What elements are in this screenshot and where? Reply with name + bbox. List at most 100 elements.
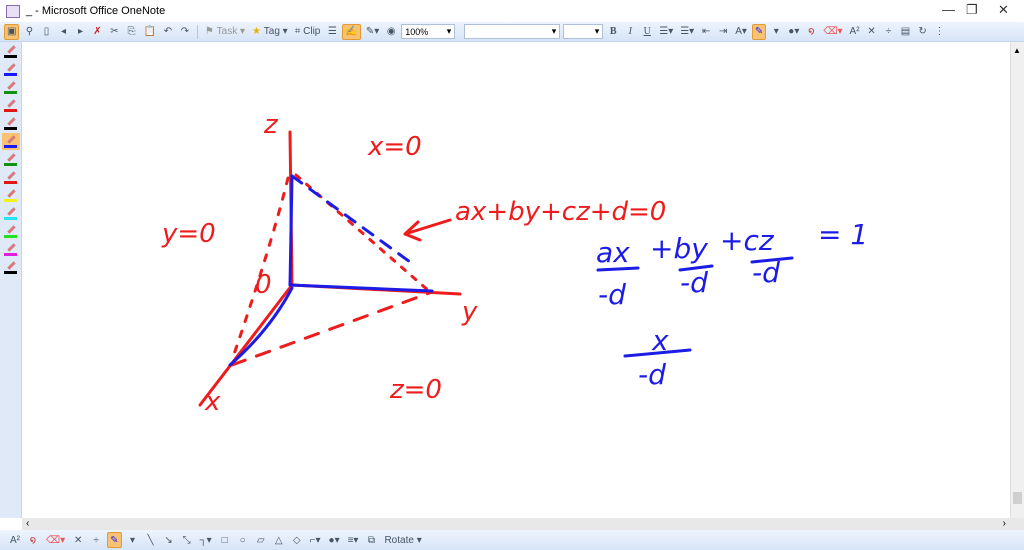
pen-9[interactable]: [2, 205, 20, 222]
copy-button[interactable]: ⎘: [124, 24, 138, 40]
pen-5[interactable]: [2, 133, 20, 150]
delete-page-button[interactable]: ✗: [90, 24, 104, 40]
minimize-button[interactable]: —: [942, 2, 955, 17]
arrow-tool-icon[interactable]: ↘: [162, 532, 176, 548]
connector-tool-icon[interactable]: ⌐▾: [308, 532, 323, 548]
pen-color-swatch: [4, 163, 17, 166]
tag-label: Tag: [263, 26, 280, 37]
pen-10[interactable]: [2, 223, 20, 240]
pen-color-button[interactable]: ✎: [751, 23, 767, 40]
diamond-tool-icon[interactable]: ◇: [290, 532, 304, 548]
pen-11[interactable]: [2, 241, 20, 258]
equals-one: = 1: [818, 218, 868, 251]
ruled-lines-icon[interactable]: ▤: [899, 24, 913, 40]
lasso-select-icon[interactable]: ໑: [804, 24, 818, 40]
font-select[interactable]: ▾: [464, 24, 561, 39]
x-denominator: -d: [638, 358, 666, 391]
page-list-button[interactable]: ☰: [325, 24, 339, 40]
triangle-tool-icon[interactable]: △: [272, 532, 286, 548]
color-picker-button[interactable]: ●▾: [327, 532, 342, 548]
increase-indent-button[interactable]: ⇥: [716, 24, 730, 40]
italic-button[interactable]: I: [623, 24, 637, 40]
line-weight-icon[interactable]: ≡▾: [346, 532, 361, 548]
pen-icon: [7, 153, 16, 162]
pen-0[interactable]: [2, 43, 20, 60]
pen-color-swatch: [4, 73, 17, 76]
font-size-select[interactable]: ▾: [563, 24, 604, 39]
zoom-value: 100%: [405, 26, 429, 37]
pen-3[interactable]: [2, 97, 20, 114]
bold-button[interactable]: B: [606, 24, 620, 40]
rotate-button[interactable]: Rotate ▾: [382, 532, 423, 548]
superscript-button[interactable]: A²: [848, 24, 862, 40]
note-canvas[interactable]: z x=0 ax+by+cz+d=0 y=0 0 y x z=0 ax -d +…: [22, 42, 1010, 518]
pen-2[interactable]: [2, 79, 20, 96]
color-picker-button[interactable]: ●▾: [786, 24, 801, 40]
rectangle-tool-icon[interactable]: □: [218, 532, 232, 548]
cz-denominator: -d: [752, 256, 780, 289]
cut-button[interactable]: ✂: [107, 24, 121, 40]
clip-button[interactable]: ⌗ Clip: [293, 24, 323, 40]
pin-icon[interactable]: ⚲: [22, 24, 36, 40]
line-tool-icon[interactable]: ╲: [144, 532, 158, 548]
pen-6[interactable]: [2, 151, 20, 168]
insert-space-icon[interactable]: ÷: [89, 532, 103, 548]
zoom-select[interactable]: 100% ▾: [401, 24, 456, 39]
delete-icon[interactable]: ✕: [71, 532, 85, 548]
undo-button[interactable]: ↶: [161, 24, 175, 40]
numbering-button[interactable]: ☰▾: [678, 24, 696, 40]
pen-4[interactable]: [2, 115, 20, 132]
pen-7[interactable]: [2, 169, 20, 186]
pen-mode-button[interactable]: ✍: [342, 23, 361, 40]
arrange-icon[interactable]: ⧉: [364, 532, 378, 548]
redo-button[interactable]: ↷: [178, 24, 192, 40]
task-button[interactable]: ⚑ Task ▾: [203, 24, 247, 40]
pen-color-swatch: [4, 145, 17, 148]
pen-color-swatch: [4, 91, 17, 94]
toolbar-options-icon[interactable]: ⋮: [933, 24, 947, 40]
pen-dropdown[interactable]: ▾: [126, 532, 140, 548]
pen-12[interactable]: [2, 259, 20, 276]
parallelogram-tool-icon[interactable]: ▱: [254, 532, 268, 548]
vertical-scrollbar[interactable]: ▲: [1010, 42, 1024, 518]
pen-color-dropdown[interactable]: ▾: [769, 24, 783, 40]
back-button[interactable]: ◂: [56, 24, 70, 40]
axis-tool-icon[interactable]: ┐▾: [198, 532, 214, 548]
lasso-select-icon[interactable]: ໑: [26, 532, 40, 548]
dashed-edge-xy: [230, 290, 434, 367]
ink-to-text-icon[interactable]: ↻: [916, 24, 930, 40]
horizontal-scrollbar[interactable]: ‹ ›: [22, 518, 1024, 530]
pen-8[interactable]: [2, 187, 20, 204]
blue-z-edge: [288, 174, 294, 287]
rotate-label: Rotate: [384, 534, 414, 546]
pen-color-swatch: [4, 127, 17, 130]
pen-dropdown[interactable]: ✎▾: [364, 24, 381, 40]
insert-space-icon[interactable]: ÷: [882, 24, 896, 40]
eraser-button[interactable]: ⌫▾: [821, 24, 844, 40]
decrease-indent-button[interactable]: ⇤: [699, 24, 713, 40]
underline-button[interactable]: U: [640, 24, 654, 40]
ellipse-tool-icon[interactable]: ○: [236, 532, 250, 548]
window-title: _ - Microsoft Office OneNote: [26, 5, 166, 17]
title-bar: _ - Microsoft Office OneNote — ❐ ✕: [0, 0, 1024, 22]
scroll-thumb[interactable]: [1013, 492, 1022, 504]
by-numerator: +by: [650, 232, 708, 265]
font-color-button[interactable]: A▾: [733, 24, 749, 40]
pen-1[interactable]: [2, 61, 20, 78]
cz-numerator: +cz: [720, 224, 775, 257]
paste-button[interactable]: 📋: [141, 24, 157, 40]
pen-color-swatch: [4, 181, 17, 184]
double-arrow-tool-icon[interactable]: ⤡: [180, 532, 194, 548]
eraser-button[interactable]: ⌫▾: [44, 532, 67, 548]
close-button[interactable]: ✕: [998, 2, 1009, 18]
bullets-button[interactable]: ☰▾: [657, 24, 675, 40]
superscript-button[interactable]: A²: [8, 532, 22, 548]
forward-button[interactable]: ▸: [73, 24, 87, 40]
new-page-button[interactable]: ▯: [39, 24, 53, 40]
tag-button[interactable]: ★ Tag ▾: [250, 24, 290, 40]
delete-ink-icon[interactable]: ✕: [865, 24, 879, 40]
page-view-button[interactable]: ▣: [4, 23, 20, 40]
help-icon[interactable]: ◉: [384, 24, 398, 40]
pen-button[interactable]: ✎: [107, 532, 122, 548]
restore-button[interactable]: ❐: [966, 2, 978, 18]
